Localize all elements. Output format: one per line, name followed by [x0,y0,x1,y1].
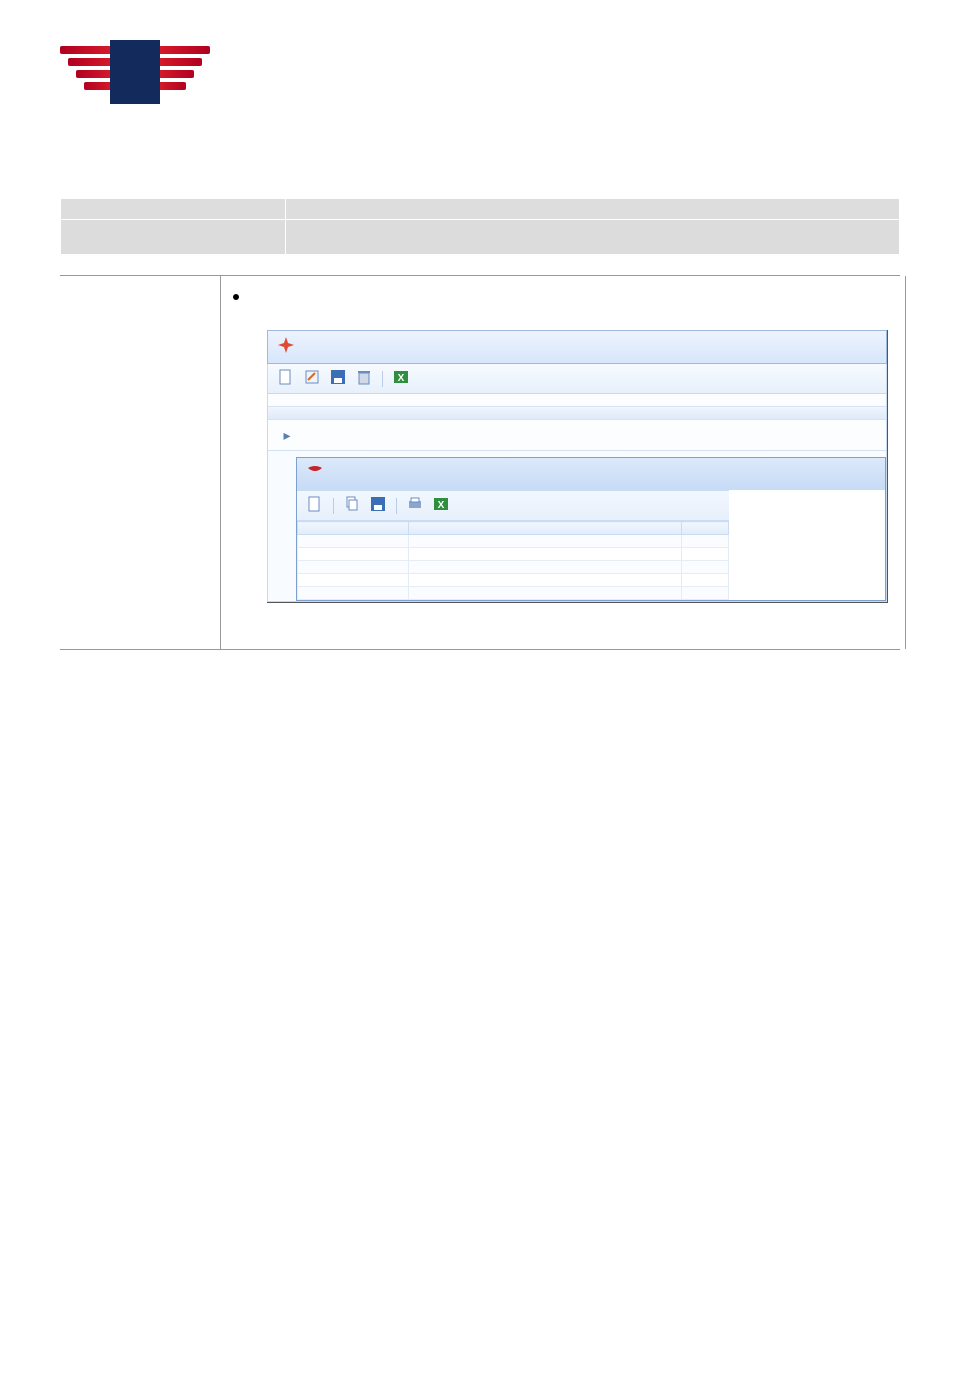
logo [60,40,240,150]
grid-row[interactable] [298,535,729,548]
grid-cell-code [298,574,409,587]
sub-window: X [296,457,886,601]
excel-icon[interactable]: X [433,496,449,515]
grid-cell-name [409,587,682,600]
meta-col-kuvaus [286,199,900,220]
grid-row[interactable] [298,548,729,561]
grid-col-a[interactable] [682,522,729,535]
footer [0,1347,960,1363]
grid-col-nimi[interactable] [409,522,682,535]
sparkle-icon [278,337,294,357]
grid-cell-name [409,561,682,574]
sub-toolbar: X [297,490,729,521]
logo-wing-left-icon [60,46,112,102]
bullet-icon [233,294,239,300]
new-icon[interactable] [278,369,294,388]
categories-grid [297,521,729,600]
grid-cell-name [409,548,682,561]
print-icon[interactable] [407,496,423,515]
embedded-screenshot: X ▸ [267,330,888,603]
toolbar: X [267,364,887,394]
copy-icon[interactable] [344,496,360,515]
delete-icon[interactable] [356,369,372,388]
save-icon[interactable] [370,496,386,515]
meta-col-kohta [61,199,286,220]
grid-cell-name [409,574,682,587]
grid-cell-name [409,535,682,548]
logo-wing-right-icon [158,46,210,102]
svg-text:X: X [438,500,445,511]
grid-row[interactable] [298,587,729,600]
window-titlebar [267,330,887,364]
content-left-label [60,276,221,650]
grid-cell-code [298,561,409,574]
grid-row[interactable] [298,561,729,574]
meta-header-table [60,198,900,255]
edit-icon[interactable] [304,369,320,388]
grid-cell-code [298,587,409,600]
content-table: X ▸ [60,275,900,650]
svg-text:X: X [398,373,405,384]
row-code [576,426,876,444]
wing-icon [307,464,323,484]
grid-cell-code [298,535,409,548]
grid-cell-code [298,548,409,561]
row-marker-icon: ▸ [278,426,296,444]
new-icon[interactable] [307,496,323,515]
grid-row[interactable] [298,574,729,587]
excel-icon[interactable]: X [393,369,409,388]
row-name[interactable] [296,426,576,444]
grid-col-koodi[interactable] [298,522,409,535]
save-icon[interactable] [330,369,346,388]
logo-letter [110,40,160,104]
